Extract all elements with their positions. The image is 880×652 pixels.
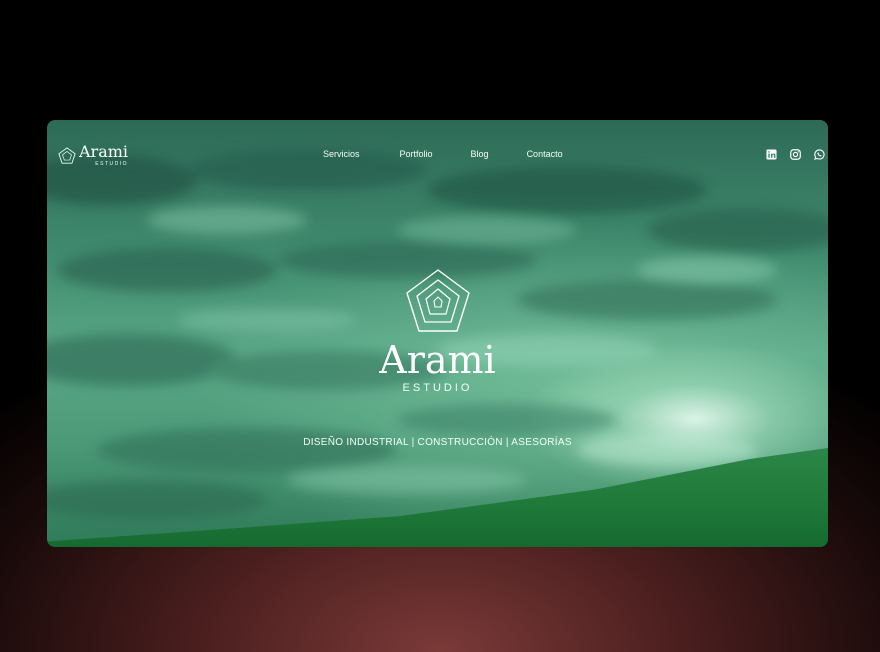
hero-tagline: DISEÑO INDUSTRIAL | CONSTRUCCIÓN | ASESO… [303, 437, 572, 448]
hero-brand-title: Arami [379, 338, 496, 382]
pentagon-emblem-icon [406, 269, 470, 332]
browser-preview: Arami ESTUDIO Servicios Portfolio Blog C… [47, 120, 828, 547]
hero-brand-subtitle: ESTUDIO [402, 382, 473, 394]
hero-section: Arami ESTUDIO DISEÑO INDUSTRIAL | CONSTR… [47, 120, 828, 547]
